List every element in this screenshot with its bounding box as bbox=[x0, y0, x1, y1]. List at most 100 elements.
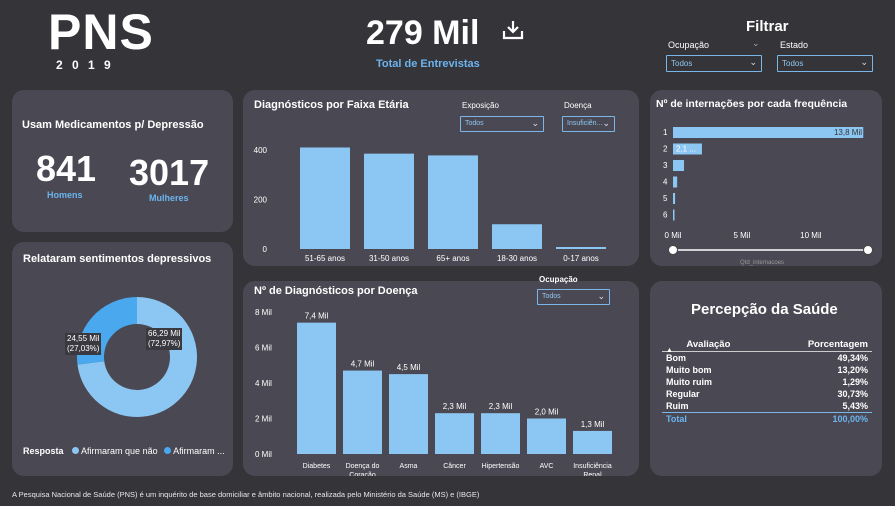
x-tick-label: Hipertensão bbox=[482, 463, 520, 470]
row-pct: 49,34% bbox=[837, 353, 868, 363]
x-tick-label: Renal bbox=[583, 472, 602, 476]
y-tick-label: 5 bbox=[663, 194, 668, 203]
percepcao-title: Percepção da Saúde bbox=[691, 301, 838, 318]
bar bbox=[481, 413, 520, 454]
logo-title: PNS bbox=[48, 4, 154, 60]
y-tick-label: 6 bbox=[663, 211, 668, 220]
chevron-down-icon[interactable]: ⌄ bbox=[752, 38, 760, 49]
filter-estado-label: Estado bbox=[780, 40, 809, 50]
total-interviews-value: 279 Mil bbox=[366, 14, 480, 52]
homens-label: Homens bbox=[47, 190, 83, 200]
table-row[interactable]: Ruim 5,43% bbox=[662, 400, 872, 413]
donut-label-big: 66,29 Mil (72,97%) bbox=[146, 328, 183, 350]
total-label: Total bbox=[666, 414, 687, 424]
logo-year: 2 0 1 9 bbox=[56, 58, 114, 72]
bar bbox=[673, 176, 678, 188]
footer-text: A Pesquisa Nacional de Saúde (PNS) é um … bbox=[12, 490, 480, 499]
data-label: 2,3 Mil bbox=[443, 402, 467, 411]
bar bbox=[389, 374, 428, 454]
table-row[interactable]: Muito bom 13,20% bbox=[662, 364, 872, 376]
x-tick-label: 51-65 anos bbox=[305, 254, 345, 263]
x-tick-label: 10 Mil bbox=[800, 231, 822, 240]
homens-value: 841 bbox=[36, 148, 97, 189]
row-avaliacao: Muito ruim bbox=[666, 377, 712, 387]
y-tick-label: 8 Mil bbox=[255, 308, 272, 317]
mulheres-value: 3017 bbox=[129, 152, 210, 193]
x-tick-label: AVC bbox=[540, 463, 554, 470]
x-tick-label: Coração bbox=[349, 472, 376, 476]
slider-handle-max[interactable] bbox=[863, 245, 873, 255]
bar bbox=[492, 224, 542, 249]
x-tick-label: 31-50 anos bbox=[369, 254, 409, 263]
slider-label: Qtd_internacoes bbox=[740, 260, 785, 266]
filter-estado-select[interactable]: Todos ⌄ bbox=[777, 55, 873, 72]
faixa-chart: 0 200 400 51-65 anos 31-50 anos 65+ anos 18-30… bbox=[254, 146, 606, 263]
x-tick-label: Câncer bbox=[443, 463, 466, 470]
y-tick-label: 1 bbox=[663, 128, 668, 137]
sort-asc-icon[interactable]: ▲ bbox=[666, 347, 673, 354]
medicamentos-card: Usam Medicamentos p/ Depressão 841 Homen… bbox=[12, 90, 233, 232]
percepcao-card: Percepção da Saúde Avaliação ▲ Porcentage… bbox=[650, 281, 882, 476]
donut-label-small-pct: (27,03%) bbox=[67, 344, 100, 353]
mulheres-label: Mulheres bbox=[149, 193, 189, 203]
bar bbox=[573, 430, 612, 454]
data-label: 1,3 Mil bbox=[581, 420, 605, 429]
y-tick-label: 3 bbox=[663, 161, 668, 170]
bar bbox=[435, 413, 474, 454]
row-pct: 1,29% bbox=[842, 377, 868, 387]
internacoes-chart: 1 2 3 4 5 6 13,8 Mil 2,1 ... 0 Mil 5 Mil 10 Mil bbox=[663, 127, 873, 255]
sentimentos-card: Relataram sentimentos depressivos 66,29 … bbox=[12, 242, 233, 476]
col-porcentagem[interactable]: Porcentagem bbox=[755, 338, 872, 352]
data-label: 2,3 Mil bbox=[489, 402, 513, 411]
table-row[interactable]: Regular 30,73% bbox=[662, 388, 872, 400]
x-tick-label: 0 Mil bbox=[665, 231, 682, 240]
filter-ocupacao-select[interactable]: Todos ⌄ bbox=[666, 55, 762, 72]
filter-ocupacao-label: Ocupação bbox=[668, 40, 710, 50]
y-tick-label: 4 bbox=[663, 178, 668, 187]
percepcao-table: Avaliação ▲ Porcentagem Bom 49,34% Muito bo… bbox=[662, 338, 872, 425]
table-row[interactable]: Bom 49,34% bbox=[662, 352, 872, 365]
bar bbox=[673, 160, 685, 171]
donut-label-big-pct: (72,97%) bbox=[148, 339, 181, 348]
doencas-chart: 0 Mil 2 Mil 4 Mil 6 Mil 8 Mil 7,4 Mil Diabetes… bbox=[255, 308, 612, 476]
y-tick-label: 4 Mil bbox=[255, 379, 272, 388]
filter-title: Filtrar bbox=[746, 18, 789, 35]
x-tick-label: 18-30 anos bbox=[497, 254, 537, 263]
bar bbox=[556, 247, 606, 249]
row-pct: 13,20% bbox=[837, 365, 868, 375]
internacoes-card: Nº de internações por cada frequência 12… bbox=[650, 90, 882, 266]
x-tick-label: Asma bbox=[400, 463, 418, 470]
col-avaliacao[interactable]: Avaliação ▲ bbox=[662, 338, 755, 354]
y-tick-label: 2 bbox=[663, 145, 668, 154]
faixa-card: Diagnósticos por Faixa Etária Exposição … bbox=[243, 90, 639, 266]
legend-dot-sim bbox=[164, 447, 172, 454]
data-label: 2,0 Mil bbox=[535, 408, 559, 417]
doencas-card: Nº de Diagnósticos por Doença Ocupação T… bbox=[243, 275, 639, 476]
x-tick-label: 0-17 anos bbox=[563, 254, 599, 263]
bar bbox=[673, 193, 676, 204]
medicamentos-title: Usam Medicamentos p/ Depressão bbox=[22, 119, 204, 131]
data-label: 2,1 ... bbox=[676, 145, 696, 154]
donut-label-small: 24,55 Mil (27,03%) bbox=[65, 333, 102, 355]
legend-item-sim[interactable]: Afirmaram ... bbox=[173, 446, 225, 456]
row-pct: 5,43% bbox=[842, 401, 868, 411]
y-tick-label: 0 bbox=[263, 245, 268, 254]
download-icon[interactable] bbox=[500, 18, 526, 42]
slider-handle-min[interactable] bbox=[668, 245, 678, 255]
table-row[interactable]: Muito ruim 1,29% bbox=[662, 376, 872, 388]
data-label: 4,7 Mil bbox=[351, 360, 375, 369]
y-tick-label: 6 Mil bbox=[255, 344, 272, 353]
y-tick-label: 400 bbox=[254, 146, 268, 155]
bar bbox=[364, 153, 414, 249]
data-label: 13,8 Mil bbox=[834, 128, 862, 137]
bar bbox=[343, 370, 382, 454]
row-avaliacao: Bom bbox=[666, 353, 686, 363]
x-tick-label: 65+ anos bbox=[436, 254, 469, 263]
legend-item-nao[interactable]: Afirmaram que não bbox=[81, 446, 158, 456]
x-tick-label: Insuficiência bbox=[573, 463, 612, 470]
bar bbox=[297, 322, 336, 454]
donut-legend: Resposta Afirmaram que não Afirmaram ... bbox=[23, 446, 225, 456]
donut-chart bbox=[77, 297, 197, 417]
logo: PNS 2 0 1 9 bbox=[48, 6, 160, 72]
row-avaliacao: Regular bbox=[666, 389, 700, 399]
